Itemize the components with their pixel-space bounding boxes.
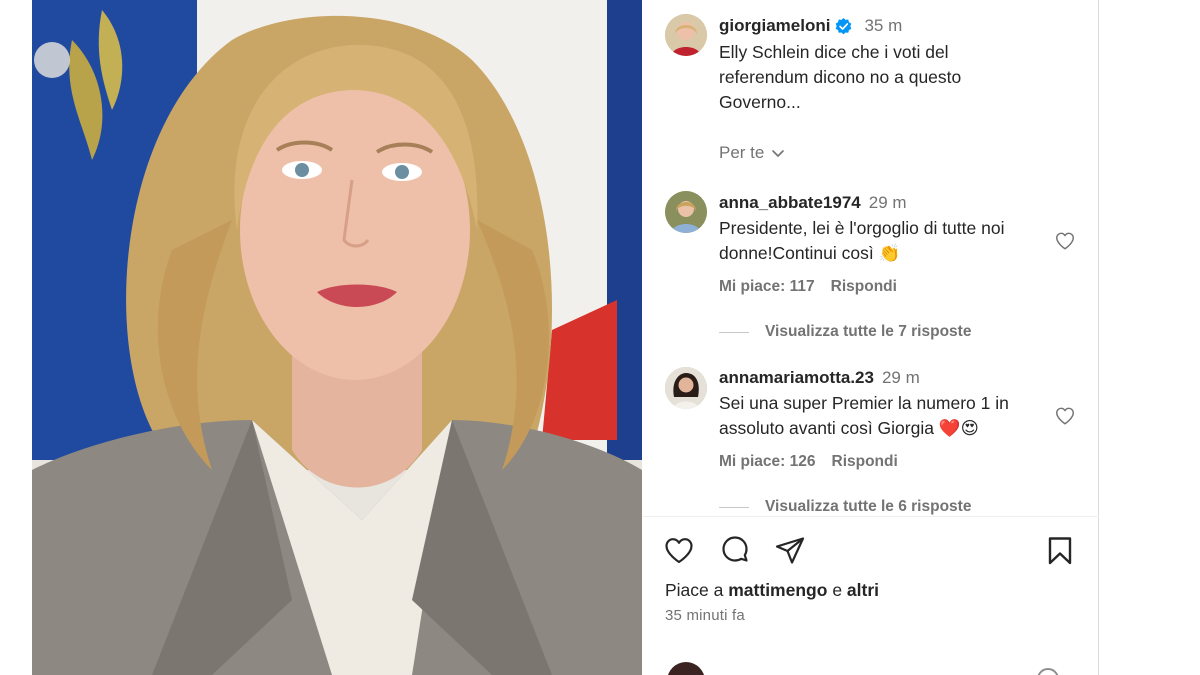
comment-username[interactable]: anna_abbate1974	[719, 193, 861, 213]
post-timestamp[interactable]: 35 minuti fa	[665, 607, 745, 624]
portrait-image	[32, 0, 642, 675]
comment-text: Presidente, lei è l'orgoglio di tutte no…	[719, 218, 1005, 263]
author-username[interactable]: giorgiameloni	[719, 16, 830, 36]
caption-header: giorgiameloni 35 m	[719, 16, 902, 36]
likes-user-link[interactable]: mattimengo	[728, 580, 827, 600]
comment-like-heart-icon[interactable]	[1054, 230, 1076, 252]
comment-header: annamariamotta.23 29 m	[719, 368, 920, 388]
caption-text: Elly Schlein dice che i voti del referen…	[719, 42, 962, 112]
share-icon[interactable]	[774, 535, 806, 567]
view-replies-label: Visualizza tutte le 6 risposte	[765, 498, 972, 515]
current-user-avatar	[667, 662, 705, 675]
view-replies-label: Visualizza tutte le 7 risposte	[765, 323, 972, 340]
reply-button[interactable]: Rispondi	[832, 453, 898, 471]
author-avatar[interactable]	[665, 14, 707, 56]
reply-button[interactable]: Rispondi	[831, 278, 897, 296]
comment-likes-count[interactable]: Mi piace: 126	[719, 453, 816, 471]
comment-time[interactable]: 29 m	[869, 193, 907, 213]
comment-meta: Mi piace: 126 Rispondi	[719, 453, 898, 471]
likes-conjunction: e	[832, 580, 843, 600]
verified-badge-icon	[836, 17, 852, 34]
comment-filter-dropdown[interactable]: Per te	[719, 143, 785, 163]
view-replies-button[interactable]: Visualizza tutte le 7 risposte	[719, 323, 971, 341]
post-photo[interactable]	[32, 0, 642, 675]
likes-others-link[interactable]: altri	[847, 580, 879, 600]
comment-time[interactable]: 29 m	[882, 368, 920, 388]
heart-icon[interactable]	[663, 535, 695, 567]
bookmark-icon[interactable]	[1044, 535, 1076, 567]
comment-icon[interactable]	[719, 535, 751, 567]
comment-avatar[interactable]	[665, 191, 707, 233]
author-avatar-image	[665, 14, 707, 56]
post-sidebar: giorgiameloni 35 m Elly Schlein dice che…	[643, 0, 1099, 675]
comment-avatar-image	[665, 367, 707, 409]
view-replies-button[interactable]: Visualizza tutte le 6 risposte	[719, 498, 971, 516]
comment-like-heart-icon[interactable]	[1054, 405, 1076, 427]
likes-summary: Piace a mattimengo e altri	[665, 580, 879, 601]
replies-divider-line	[719, 331, 749, 333]
replies-divider-line	[719, 506, 749, 508]
comment-avatar[interactable]	[665, 367, 707, 409]
chevron-down-icon	[772, 150, 785, 157]
likes-prefix: Piace a	[665, 580, 724, 600]
caption-time[interactable]: 35 m	[864, 16, 902, 36]
comment-text: Sei una super Premier la numero 1 in ass…	[719, 393, 1009, 438]
comment-header: anna_abbate1974 29 m	[719, 193, 907, 213]
emoji-icon[interactable]	[1037, 668, 1059, 675]
comment-meta: Mi piace: 117 Rispondi	[719, 278, 897, 296]
actions-divider	[643, 516, 1099, 517]
comment-filter-label: Per te	[719, 143, 765, 162]
comment-likes-count[interactable]: Mi piace: 117	[719, 278, 815, 296]
comment-avatar-image	[665, 191, 707, 233]
comment-username[interactable]: annamariamotta.23	[719, 368, 874, 388]
